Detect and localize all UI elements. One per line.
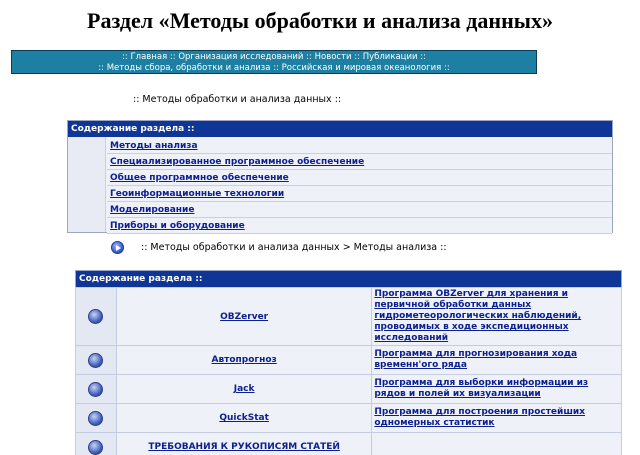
nav-separator: :: [441, 63, 450, 73]
program-link-quickstat[interactable]: QuickStat [219, 413, 269, 423]
program-link-jack[interactable]: Jack [234, 384, 255, 394]
sphere-icon [88, 352, 104, 368]
section-link-instruments[interactable]: Приборы и оборудование [110, 221, 245, 231]
section-link-modeling[interactable]: Моделирование [110, 205, 194, 215]
nav-separator: :: [303, 52, 315, 62]
nav-separator: :: [417, 52, 426, 62]
program-desc-link[interactable]: Программа для построения простейших одно… [374, 407, 585, 428]
program-link-autoprognoz[interactable]: Автопрогноз [212, 355, 277, 365]
list-item: Методы анализа [107, 138, 612, 154]
list-item: Моделирование [107, 202, 612, 218]
list-item: Специализированное программное обеспечен… [107, 154, 612, 170]
nav-link[interactable]: Организация исследований [178, 52, 303, 62]
nav-separator: :: [167, 52, 179, 62]
nav-link[interactable]: Публикации [363, 52, 418, 62]
section-link-general-software[interactable]: Общее программное обеспечение [110, 173, 289, 183]
sphere-icon [88, 309, 104, 324]
table-row: ТРЕБОВАНИЯ К РУКОПИСЯМ СТАТЕЙ [75, 432, 622, 455]
section-link-specialized-software[interactable]: Специализированное программное обеспечен… [110, 157, 364, 167]
sphere-icon [88, 439, 104, 455]
nav-separator: :: [98, 63, 107, 73]
breadcrumb-sub: :: Методы обработки и анализа данных > М… [141, 242, 447, 253]
program-desc-link[interactable]: Программа OBZerver для хранения и первич… [374, 289, 581, 343]
breadcrumb: :: Методы обработки и анализа данных :: [133, 94, 342, 105]
nav-link[interactable]: Главная [130, 52, 167, 62]
table-row: Автопрогноз Программа для прогнозировани… [75, 345, 622, 375]
list-item: Приборы и оборудование [107, 218, 612, 234]
left-spacer [68, 137, 106, 232]
nav-separator: :: [351, 52, 363, 62]
sphere-icon [88, 381, 104, 397]
program-link-obzerver[interactable]: OBZerver [220, 312, 268, 322]
section-link-gis[interactable]: Геоинформационные технологии [110, 189, 284, 199]
section-link-methods-analysis[interactable]: Методы анализа [110, 141, 198, 151]
manuscript-requirements-link[interactable]: ТРЕБОВАНИЯ К РУКОПИСЯМ СТАТЕЙ [148, 442, 340, 452]
nav-separator: :: [270, 63, 282, 73]
section-header: Содержание раздела :: [76, 271, 621, 287]
page-title: Раздел «Методы обработки и анализа данны… [87, 8, 553, 33]
top-navigation: :: Главная :: Организация исследований :… [11, 50, 537, 74]
program-desc-link[interactable]: Программа для выборки информации из рядо… [374, 378, 588, 399]
nav-link[interactable]: Новости [315, 52, 352, 62]
nav-link[interactable]: Российская и мировая океанология [282, 63, 442, 73]
nav-line-2: :: Методы сбора, обработки и анализа :: … [12, 63, 536, 74]
table-row: OBZerver Программа OBZerver для хранения… [75, 287, 622, 346]
list-item: Общее программное обеспечение [107, 170, 612, 186]
sphere-icon [88, 410, 104, 426]
table-row: QuickStat Программа для построения прост… [75, 403, 622, 433]
software-table: OBZerver Программа OBZerver для хранения… [75, 287, 622, 455]
nav-link[interactable]: Методы сбора, обработки и анализа [107, 63, 271, 73]
play-circle-icon [111, 241, 124, 254]
section-header: Содержание раздела :: [68, 121, 612, 137]
section-contents-box: Содержание раздела :: Методы анализа Спе… [67, 120, 613, 234]
software-list-box: Содержание раздела :: OBZerver Программа… [75, 270, 622, 455]
program-desc-link[interactable]: Программа для прогнозирования хода време… [374, 349, 577, 370]
nav-line-1: :: Главная :: Организация исследований :… [12, 52, 536, 63]
table-row: Jack Программа для выборки информации из… [75, 374, 622, 404]
list-item: Геоинформационные технологии [107, 186, 612, 202]
